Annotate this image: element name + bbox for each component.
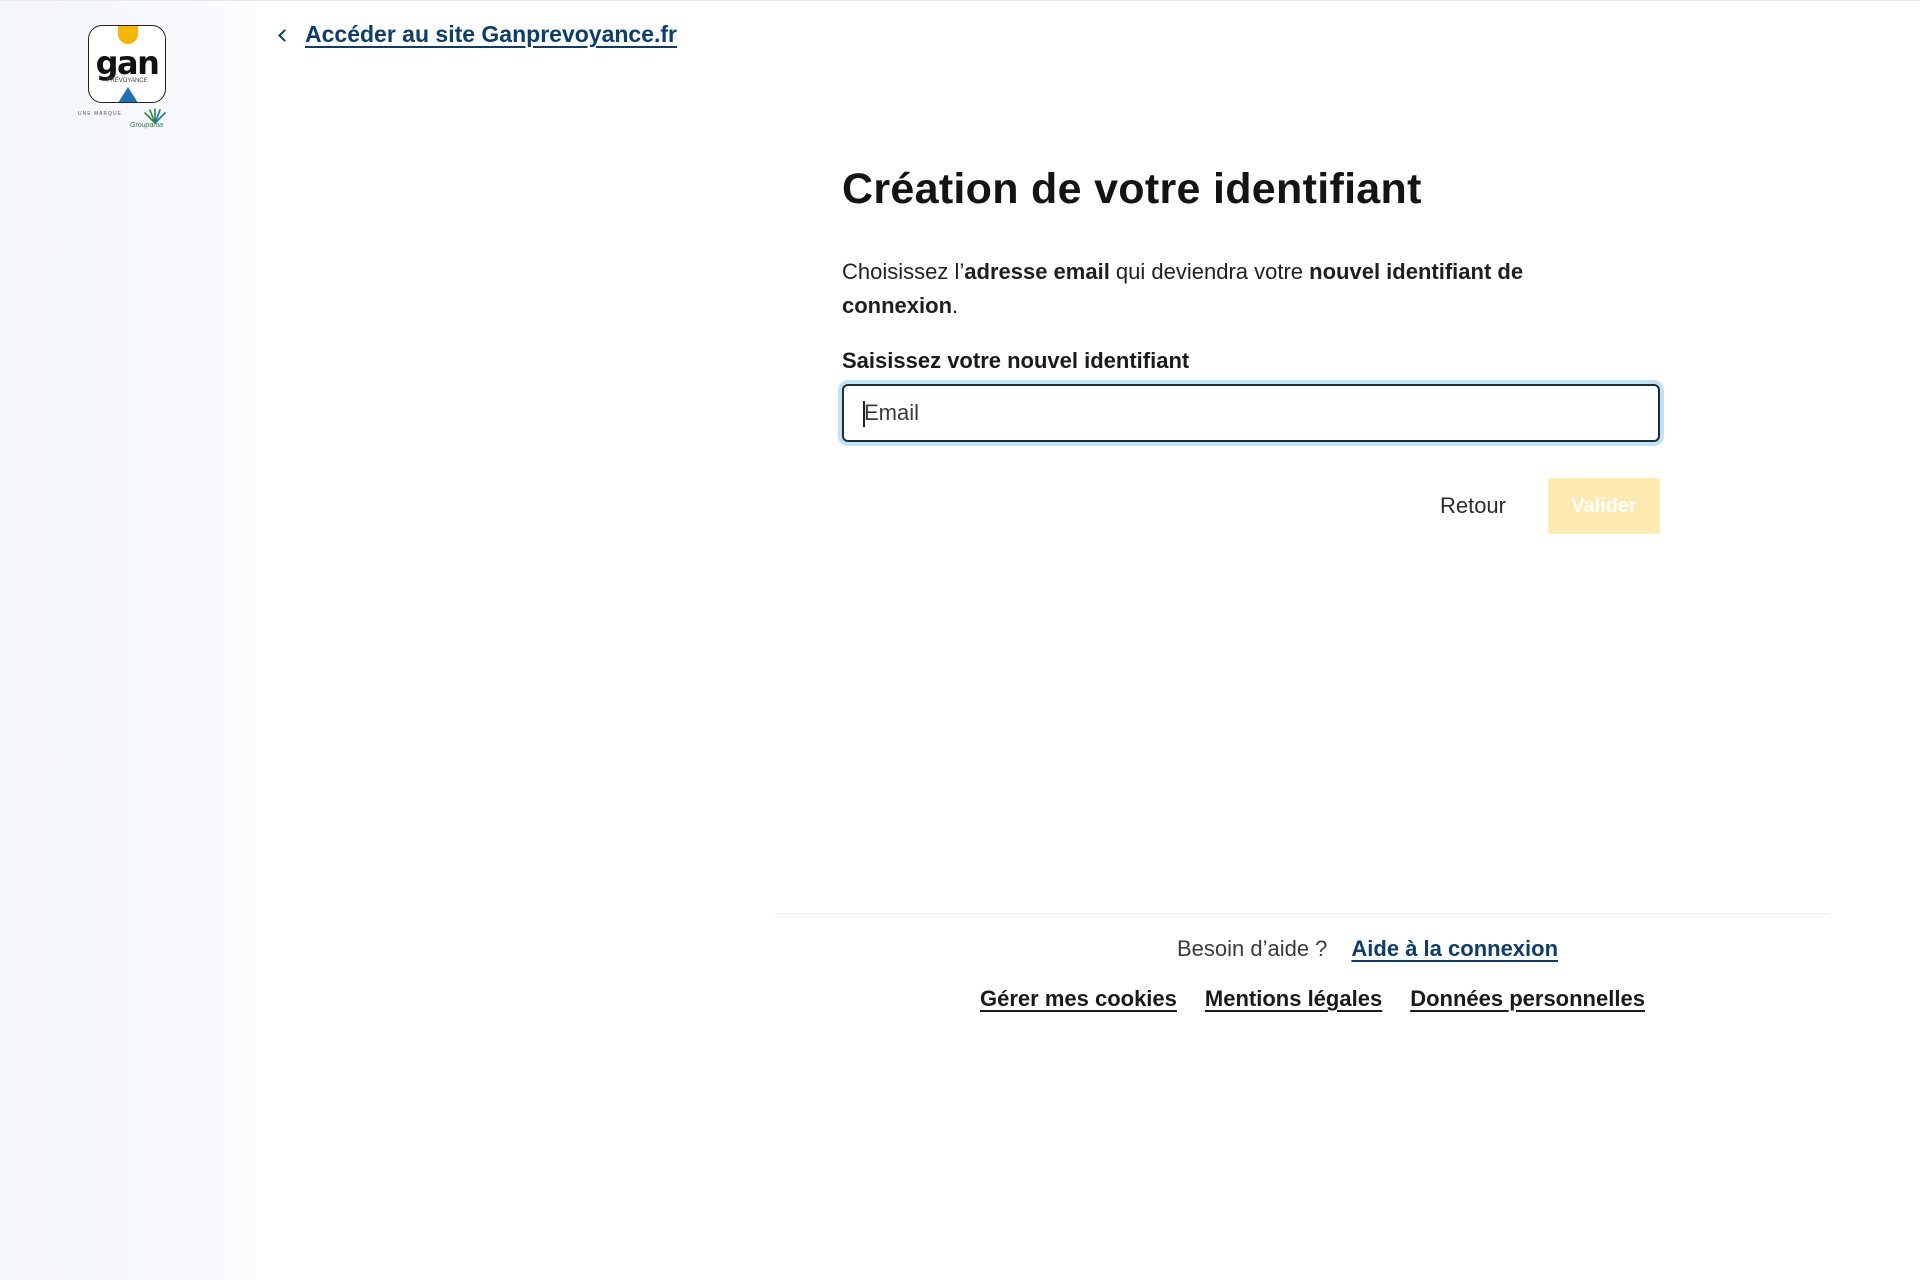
form-actions: Retour Valider — [842, 478, 1660, 534]
page-title: Création de votre identifiant — [842, 165, 1422, 213]
text-caret — [863, 401, 865, 427]
email-field-wrapper — [842, 384, 1660, 442]
chevron-left-icon — [278, 28, 291, 42]
logo-subtitle: PRÉVOYANCE — [106, 78, 148, 84]
help-row: Besoin d’aide ? Aide à la connexion — [775, 936, 1830, 962]
footer-divider — [775, 913, 1830, 914]
legal-notice-link[interactable]: Mentions légales — [1205, 986, 1382, 1012]
logo-yellow-tab — [118, 26, 138, 44]
groupama-text: Groupama — [130, 122, 164, 129]
intro-bold-email: adresse email — [964, 259, 1110, 284]
sidebar: gan PRÉVOYANCE UNE MARQUE Groupama — [0, 1, 256, 1280]
brand-logo[interactable]: gan PRÉVOYANCE UNE MARQUE Groupama — [75, 23, 185, 133]
intro-part-2: qui deviendra votre — [1109, 259, 1310, 284]
page: gan PRÉVOYANCE UNE MARQUE Groupama Accéd… — [0, 0, 1920, 1280]
logo-foot-text: UNE MARQUE — [78, 111, 122, 117]
login-help-link[interactable]: Aide à la connexion — [1351, 936, 1558, 962]
personal-data-link[interactable]: Données personnelles — [1410, 986, 1645, 1012]
intro-text: Choisissez l’adresse email qui deviendra… — [842, 255, 1602, 323]
back-button[interactable]: Retour — [1440, 493, 1506, 519]
submit-button[interactable]: Valider — [1548, 478, 1660, 534]
house-icon — [118, 87, 138, 102]
identifier-form: Création de votre identifiant Choisissez… — [842, 161, 1662, 534]
help-text: Besoin d’aide ? — [1176, 936, 1328, 961]
back-to-site-link[interactable]: Accéder au site Ganprevoyance.fr — [278, 21, 677, 48]
logo-text: gan — [95, 44, 160, 82]
intro-part-3: . — [952, 293, 959, 318]
email-input[interactable] — [844, 386, 1658, 440]
legal-links: Gérer mes cookies Mentions légales Donné… — [980, 986, 1645, 1012]
manage-cookies-link[interactable]: Gérer mes cookies — [980, 986, 1177, 1012]
intro-part-1: Choisissez l’ — [842, 259, 965, 284]
back-to-site-label: Accéder au site Ganprevoyance.fr — [305, 21, 677, 47]
email-field-label: Saisissez votre nouvel identifiant — [842, 348, 1190, 373]
logo-badge: gan PRÉVOYANCE — [88, 25, 166, 103]
